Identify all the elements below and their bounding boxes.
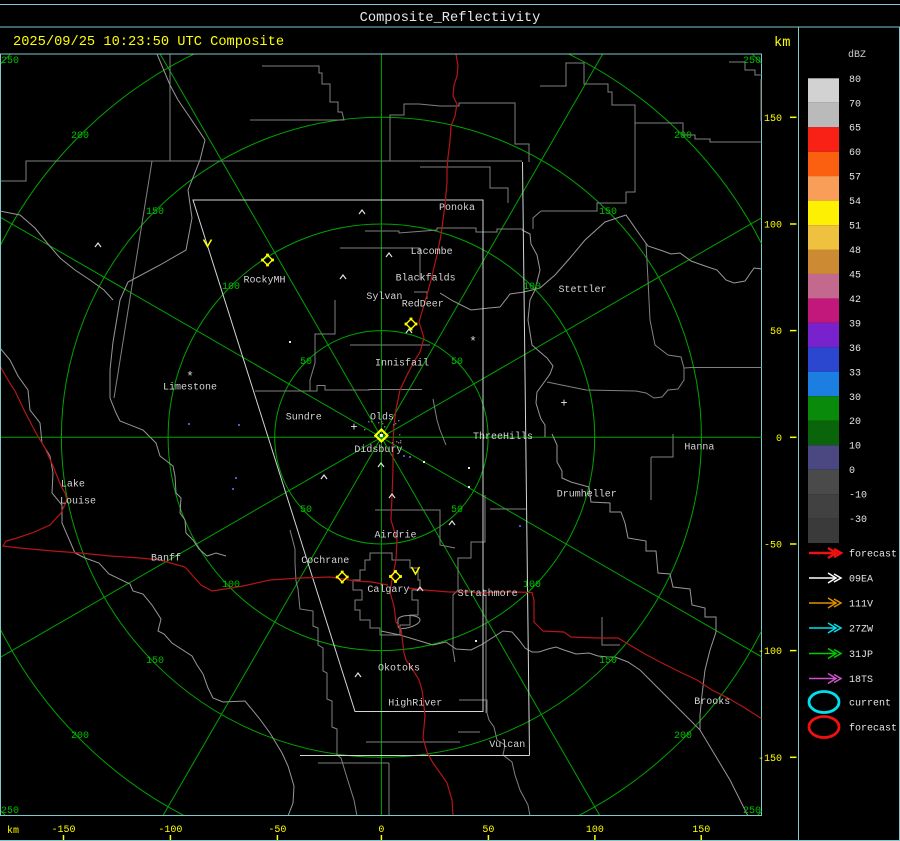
svg-text:km: km xyxy=(7,825,19,837)
svg-text:*: * xyxy=(186,370,194,385)
svg-text:-150: -150 xyxy=(758,754,782,765)
svg-text:*: * xyxy=(469,335,477,350)
svg-text:dBZ: dBZ xyxy=(848,49,866,61)
svg-text:Composite_Reflectivity: Composite_Reflectivity xyxy=(360,11,541,26)
svg-text:-30: -30 xyxy=(849,515,867,526)
svg-text:150: 150 xyxy=(599,656,617,667)
svg-text:200: 200 xyxy=(71,131,89,142)
svg-text:27ZW: 27ZW xyxy=(849,625,873,636)
svg-text:forecast: forecast xyxy=(849,549,897,561)
svg-text:100: 100 xyxy=(222,282,240,293)
svg-text:60: 60 xyxy=(849,148,861,159)
svg-text:200: 200 xyxy=(71,731,89,742)
svg-text:18TS: 18TS xyxy=(849,675,873,686)
svg-text:Okotoks: Okotoks xyxy=(378,663,420,675)
svg-text:Cochrane: Cochrane xyxy=(301,555,349,567)
svg-text:57: 57 xyxy=(849,173,861,184)
svg-text:50: 50 xyxy=(770,327,782,338)
svg-text:Brooks: Brooks xyxy=(694,696,730,708)
svg-text:39: 39 xyxy=(849,319,861,330)
svg-text:10: 10 xyxy=(849,442,861,453)
svg-text:50: 50 xyxy=(451,357,463,368)
svg-text:100: 100 xyxy=(523,580,541,591)
svg-text:current: current xyxy=(849,699,891,710)
svg-text:80: 80 xyxy=(849,75,861,86)
svg-text:Sylvan: Sylvan xyxy=(366,291,402,303)
svg-text:150: 150 xyxy=(599,207,617,218)
svg-text:09EA: 09EA xyxy=(849,575,873,586)
svg-text:Banff: Banff xyxy=(151,553,181,565)
svg-text:150: 150 xyxy=(146,207,164,218)
svg-text:Calgary: Calgary xyxy=(367,584,409,596)
svg-text:100: 100 xyxy=(586,825,604,836)
svg-text:-50: -50 xyxy=(764,541,782,552)
svg-text:45: 45 xyxy=(849,271,861,282)
svg-text:54: 54 xyxy=(849,197,861,208)
svg-text:36: 36 xyxy=(849,344,861,355)
svg-text:50: 50 xyxy=(300,357,312,368)
svg-text:km: km xyxy=(774,36,790,51)
svg-text:RedDeer: RedDeer xyxy=(402,299,444,311)
svg-text:+: + xyxy=(560,397,567,411)
svg-text:50: 50 xyxy=(300,505,312,516)
svg-text:100: 100 xyxy=(523,282,541,293)
svg-text:0: 0 xyxy=(849,466,855,477)
svg-text:Sundre: Sundre xyxy=(286,412,322,424)
svg-text:+: + xyxy=(350,421,357,435)
svg-text:250: 250 xyxy=(1,56,19,67)
svg-text:Ponoka: Ponoka xyxy=(439,202,475,214)
svg-text:200: 200 xyxy=(674,731,692,742)
svg-text:150: 150 xyxy=(764,114,782,125)
svg-text:Vulcan: Vulcan xyxy=(489,739,525,751)
svg-text:0: 0 xyxy=(378,825,384,836)
svg-text:150: 150 xyxy=(692,825,710,836)
svg-text:Innisfail: Innisfail xyxy=(375,358,429,370)
svg-text:48: 48 xyxy=(849,246,861,257)
svg-text:ThreeHills: ThreeHills xyxy=(473,431,533,443)
svg-text:RockyMH: RockyMH xyxy=(244,275,286,287)
svg-text:Drumheller: Drumheller xyxy=(557,489,617,501)
svg-text:Strathmore: Strathmore xyxy=(458,588,518,600)
svg-text:Lake: Lake xyxy=(61,479,85,491)
svg-text:2025/09/25 10:23:50 UTC Compos: 2025/09/25 10:23:50 UTC Composite xyxy=(13,35,284,50)
svg-text:-100: -100 xyxy=(758,647,782,658)
svg-text:20: 20 xyxy=(849,417,861,428)
svg-text:50: 50 xyxy=(451,505,463,516)
svg-text:150: 150 xyxy=(146,656,164,667)
svg-text:Stettler: Stettler xyxy=(559,284,607,296)
svg-text:0: 0 xyxy=(776,434,782,445)
svg-text:Blackfalds: Blackfalds xyxy=(396,273,456,285)
svg-text:250: 250 xyxy=(743,56,761,67)
svg-text:Louise: Louise xyxy=(60,496,96,508)
svg-text:200: 200 xyxy=(674,131,692,142)
svg-text:Hanna: Hanna xyxy=(684,443,714,454)
svg-text:Airdrie: Airdrie xyxy=(375,530,417,542)
svg-text:100: 100 xyxy=(764,221,782,232)
svg-text:-150: -150 xyxy=(51,825,75,836)
svg-text:111V: 111V xyxy=(849,600,873,611)
svg-text:forecast: forecast xyxy=(849,723,897,735)
svg-text:-100: -100 xyxy=(158,825,182,836)
svg-text:65: 65 xyxy=(849,124,861,135)
svg-text:-10: -10 xyxy=(849,491,867,502)
svg-text:31JP: 31JP xyxy=(849,650,873,661)
svg-text:100: 100 xyxy=(222,580,240,591)
svg-text:-50: -50 xyxy=(268,825,286,836)
svg-text:70: 70 xyxy=(849,99,861,110)
svg-text:Didsbury: Didsbury xyxy=(354,444,402,456)
svg-text:Lacombe: Lacombe xyxy=(411,246,453,258)
svg-text:33: 33 xyxy=(849,368,861,379)
svg-text:30: 30 xyxy=(849,393,861,404)
svg-text:51: 51 xyxy=(849,222,861,233)
svg-text:HighRiver: HighRiver xyxy=(388,698,442,710)
svg-text:42: 42 xyxy=(849,295,861,306)
svg-text:50: 50 xyxy=(482,825,494,836)
